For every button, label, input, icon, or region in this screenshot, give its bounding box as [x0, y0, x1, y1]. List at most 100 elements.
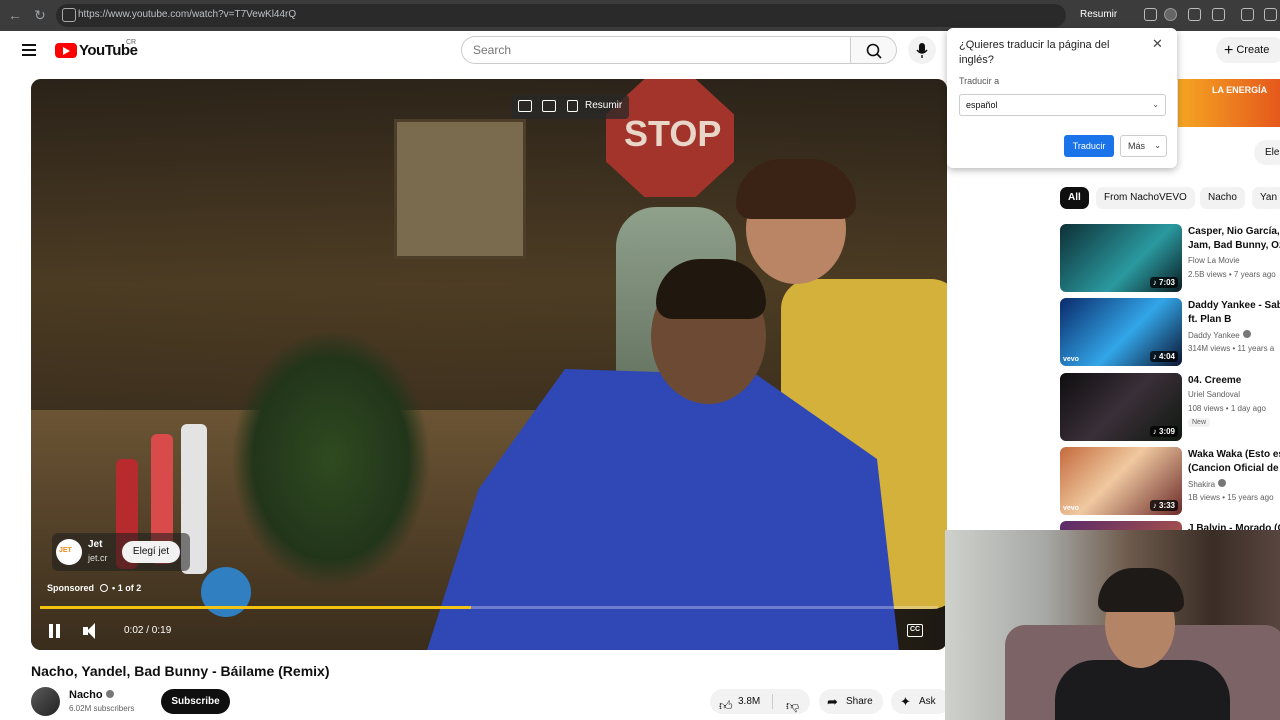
volume-icon[interactable] — [83, 623, 99, 639]
advertiser-name: Jet — [88, 539, 103, 550]
ask-button[interactable]: ✦ Ask — [891, 689, 951, 714]
dislike-icon[interactable]: 👎︎ — [786, 693, 799, 718]
extension-icon[interactable] — [1144, 8, 1157, 21]
verified-icon — [105, 690, 114, 698]
duration-badge: ♪ 7:03 — [1149, 277, 1178, 288]
duration-badge: ♪ 3:09 — [1149, 426, 1178, 437]
sparkle-icon: ✦ — [900, 694, 911, 709]
like-dislike-group: 👍︎ 3.8M 👎︎ — [710, 689, 810, 714]
hamburger-menu-icon[interactable] — [22, 44, 36, 56]
share-icon: ➦ — [827, 694, 838, 709]
search-input[interactable] — [462, 37, 851, 63]
share-label: Share — [846, 696, 873, 707]
rec-channel[interactable]: Uriel Sandoval — [1188, 390, 1240, 399]
chip-nacho[interactable]: Nacho — [1200, 187, 1245, 209]
rec-channel[interactable]: Flow La Movie — [1188, 256, 1240, 265]
rec-title[interactable]: Waka Waka (Esto es — [1188, 448, 1280, 461]
rec-title-line2[interactable]: ft. Plan B — [1188, 313, 1280, 326]
sponsored-label: Sponsored • 1 of 2 — [47, 583, 142, 593]
video-thumbnail[interactable]: vevo ♪ 4:04 — [1060, 298, 1182, 366]
video-player[interactable]: STOP Resumir JET Jet jet.cr Elegí jet Sp… — [31, 79, 947, 650]
rec-meta: 1B views • 15 years ago — [1188, 493, 1274, 502]
rec-title-line2[interactable]: (Cancion Oficial de l — [1188, 462, 1280, 475]
recommended-video[interactable]: vevo ♪ 4:04 Daddy Yankee - Saba ft. Plan… — [1060, 298, 1280, 366]
verified-icon — [1242, 330, 1251, 338]
captions-icon[interactable]: CC — [907, 624, 923, 637]
language-select[interactable]: español ⌄ — [959, 94, 1166, 116]
info-icon[interactable] — [99, 584, 108, 592]
video-title: Nacho, Yandel, Bad Bunny - Báilame (Remi… — [31, 663, 330, 679]
video-thumbnail[interactable]: vevo ♪ 3:33 — [1060, 447, 1182, 515]
channel-avatar[interactable] — [31, 687, 60, 716]
selected-language: español — [966, 100, 998, 110]
duration-badge: ♪ 3:33 — [1149, 500, 1178, 511]
ad-card[interactable]: JET Jet jet.cr Elegí jet — [52, 533, 190, 571]
rec-title-line2[interactable]: Jam, Bad Bunny, Ozu — [1188, 239, 1280, 252]
like-count[interactable]: 3.8M — [738, 689, 760, 714]
resumir-label: Resumir — [1080, 9, 1118, 20]
extension-icon[interactable] — [1188, 8, 1201, 21]
voice-search-button[interactable] — [908, 36, 936, 64]
rec-title[interactable]: Daddy Yankee - Saba — [1188, 299, 1280, 312]
ad-cta-button[interactable]: Elegí jet — [122, 541, 180, 563]
search-box — [461, 36, 851, 64]
close-icon[interactable]: ✕ — [1152, 36, 1163, 52]
recommended-video[interactable]: ♪ 3:09 04. Creeme Uriel Sandoval 108 vie… — [1060, 373, 1280, 441]
chevron-down-icon: ⌄ — [1154, 141, 1161, 150]
translate-extension-icon[interactable] — [1164, 8, 1177, 21]
translate-to-label: Traducir a — [959, 76, 1000, 86]
miniplayer-icon[interactable] — [518, 100, 532, 112]
like-icon[interactable]: 👍︎ — [719, 693, 733, 718]
rec-title[interactable]: 04. Creeme — [1188, 374, 1280, 387]
menu-icon[interactable] — [1264, 8, 1277, 21]
address-bar[interactable]: https://www.youtube.com/watch?v=T7VewKl4… — [56, 4, 1066, 27]
ad-action-button[interactable]: Ele — [1254, 140, 1280, 165]
barbershop-poster — [394, 119, 526, 259]
search-button[interactable] — [850, 36, 897, 64]
browser-toolbar: ← ↻ https://www.youtube.com/watch?v=T7Ve… — [0, 0, 1280, 31]
microphone-icon — [916, 43, 928, 58]
summary-icon[interactable] — [567, 100, 578, 112]
banner-text: LA ENERGÍA — [1212, 85, 1268, 95]
video-thumbnail[interactable]: ♪ 7:03 — [1060, 224, 1182, 292]
translate-question: ¿Quieres traducir la página del inglés? — [959, 39, 1110, 66]
vevo-logo: vevo — [1063, 356, 1079, 363]
video-thumbnail[interactable]: ♪ 3:09 — [1060, 373, 1182, 441]
more-options-button[interactable]: Más ⌄ — [1120, 135, 1167, 157]
advertiser-logo: JET — [56, 539, 82, 565]
more-label: Más — [1128, 141, 1146, 151]
rec-channel[interactable]: Shakira — [1188, 479, 1227, 489]
channel-name[interactable]: Nacho — [69, 689, 114, 701]
share-button[interactable]: ➦ Share — [819, 689, 883, 714]
chip-yan[interactable]: Yan — [1252, 187, 1280, 209]
vevo-logo: vevo — [1063, 505, 1079, 512]
back-icon[interactable]: ← — [6, 6, 24, 24]
rec-channel[interactable]: Daddy Yankee — [1188, 330, 1251, 340]
duration-badge: ♪ 4:04 — [1149, 351, 1178, 362]
subscribe-button[interactable]: Subscribe — [161, 689, 230, 714]
chip-all[interactable]: All — [1060, 187, 1089, 209]
ad-banner[interactable]: LA ENERGÍA — [1178, 79, 1280, 127]
rec-meta: 108 views • 1 day ago — [1188, 404, 1266, 413]
rec-title[interactable]: Casper, Nio García, D — [1188, 225, 1280, 238]
time-display: 0:02 / 0:19 — [124, 625, 172, 636]
recommended-video[interactable]: ♪ 7:03 Casper, Nio García, D Jam, Bad Bu… — [1060, 224, 1280, 292]
ask-label: Ask — [919, 696, 936, 707]
rec-meta: 314M views • 11 years a — [1188, 344, 1275, 353]
site-info-icon[interactable] — [62, 8, 76, 22]
settings-icon[interactable] — [1241, 8, 1254, 21]
resumir-overlay-button[interactable]: Resumir — [585, 100, 622, 111]
create-button[interactable]: + Create — [1216, 37, 1280, 63]
translate-button[interactable]: Traducir — [1064, 135, 1114, 157]
resumir-extension-button[interactable]: Resumir — [1080, 9, 1117, 20]
recommended-video[interactable]: vevo ♪ 3:33 Waka Waka (Esto es (Cancion … — [1060, 447, 1280, 515]
reload-icon[interactable]: ↻ — [31, 6, 49, 24]
progress-bar[interactable] — [40, 606, 938, 609]
youtube-play-icon — [55, 43, 77, 58]
puzzle-icon[interactable] — [1212, 8, 1225, 21]
chip-from-nachovevo[interactable]: From NachoVEVO — [1096, 187, 1195, 209]
picture-in-picture-icon[interactable] — [542, 100, 556, 112]
create-label: Create — [1236, 44, 1270, 56]
pause-icon[interactable] — [49, 624, 61, 638]
webcam-overlay — [945, 530, 1280, 720]
